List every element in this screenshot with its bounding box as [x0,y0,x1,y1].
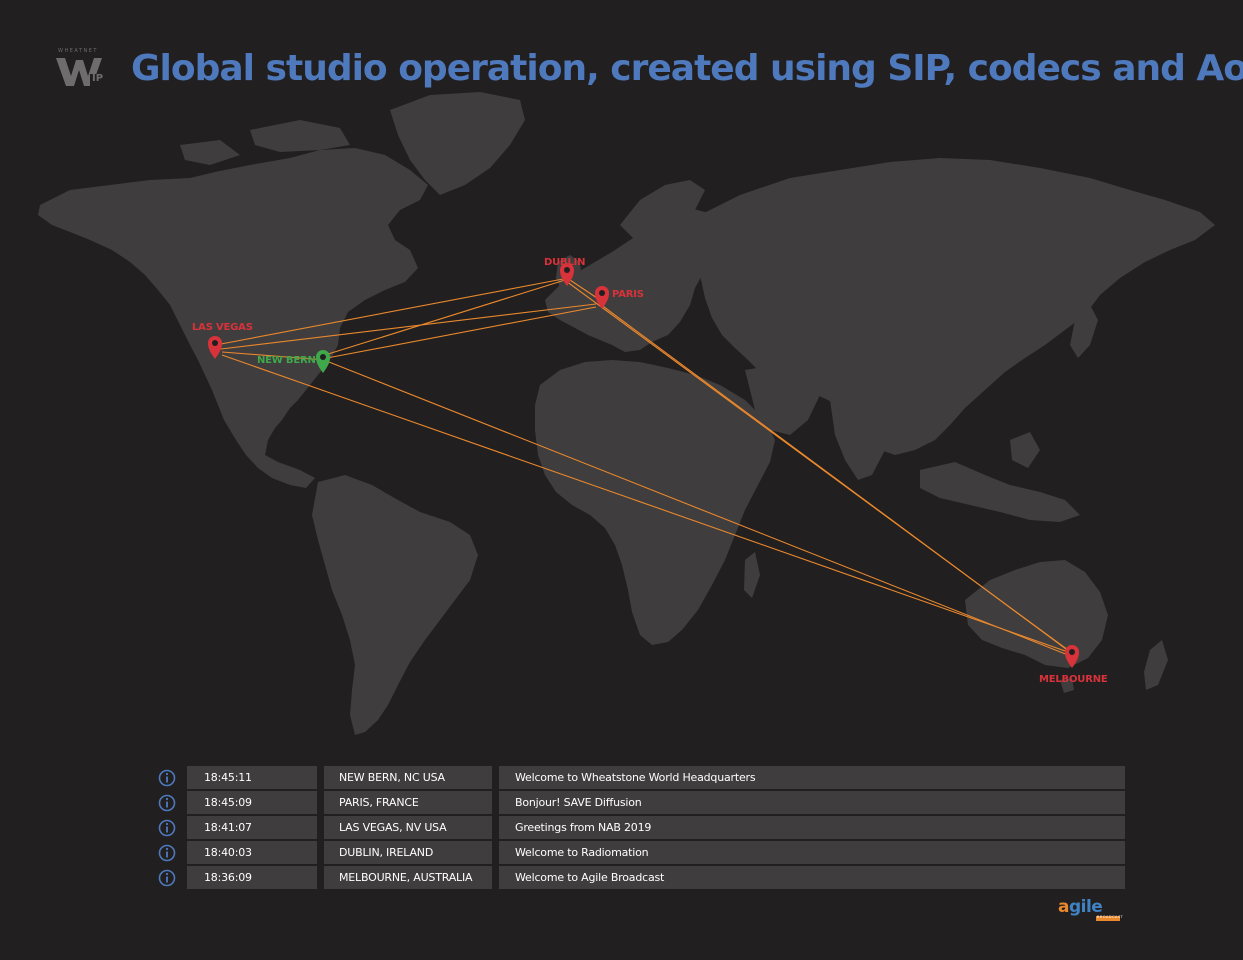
log-message: Welcome to Wheatstone World Headquarters [499,766,1125,789]
city-label-paris: PARIS [612,289,644,300]
log-time: 18:41:07 [187,816,317,839]
agile-logo-subtitle: BROADCAST [1097,915,1124,919]
log-location: MELBOURNE, AUSTRALIA [324,866,492,889]
log-message: Welcome to Radiomation [499,841,1125,864]
log-row: 18:41:07 LAS VEGAS, NV USA Greetings fro… [155,816,1130,841]
info-circle-icon[interactable] [158,794,176,812]
continents [38,92,1215,735]
info-circle-icon[interactable] [158,844,176,862]
city-label-melbourne: MELBOURNE [1039,674,1108,685]
logo-ip-badge: IP [92,73,104,84]
log-row: 18:45:09 PARIS, FRANCE Bonjour! SAVE Dif… [155,791,1130,816]
log-location: PARIS, FRANCE [324,791,492,814]
log-time: 18:45:09 [187,791,317,814]
southeast-asia-islands [920,432,1080,522]
agile-logo-lead: a [1058,897,1069,917]
log-row: 18:40:03 DUBLIN, IRELAND Welcome to Radi… [155,841,1130,866]
log-time: 18:36:09 [187,866,317,889]
app-root: DUBLIN PARIS LAS VEGAS NEW BERN MELBOURN… [0,0,1243,960]
info-circle-icon[interactable] [158,769,176,787]
log-message: Bonjour! SAVE Diffusion [499,791,1125,814]
logo-small-wordmark: WHEATNET [58,48,98,54]
city-label-las-vegas: LAS VEGAS [192,322,253,333]
continent-africa [535,360,775,645]
wheatnet-logo: WHEATNET IP [52,48,108,90]
log-row: 18:36:09 MELBOURNE, AUSTRALIA Welcome to… [155,866,1130,891]
log-message: Welcome to Agile Broadcast [499,866,1125,889]
agile-broadcast-logo: agile BROADCAST [1052,897,1124,927]
madagascar [744,552,760,598]
city-label-new-bern: NEW BERN [257,355,316,366]
info-circle-icon[interactable] [158,869,176,887]
log-time: 18:45:11 [187,766,317,789]
log-row: 18:45:11 NEW BERN, NC USA Welcome to Whe… [155,766,1130,791]
connection-log: 18:45:11 NEW BERN, NC USA Welcome to Whe… [155,766,1130,891]
new-zealand [1144,640,1168,690]
continent-south-america [312,475,478,735]
log-time: 18:40:03 [187,841,317,864]
log-location: LAS VEGAS, NV USA [324,816,492,839]
connection-line [326,306,597,359]
log-location: DUBLIN, IRELAND [324,841,492,864]
page-title: Global studio operation, created using S… [131,48,1243,89]
continent-north-america [38,148,428,488]
info-circle-icon[interactable] [158,819,176,837]
agile-logo-text: gile [1068,897,1103,917]
log-message: Greetings from NAB 2019 [499,816,1125,839]
city-label-dublin: DUBLIN [544,257,586,268]
continent-australia [965,560,1108,668]
log-location: NEW BERN, NC USA [324,766,492,789]
agile-logo-wordmark: agile [1058,897,1103,917]
